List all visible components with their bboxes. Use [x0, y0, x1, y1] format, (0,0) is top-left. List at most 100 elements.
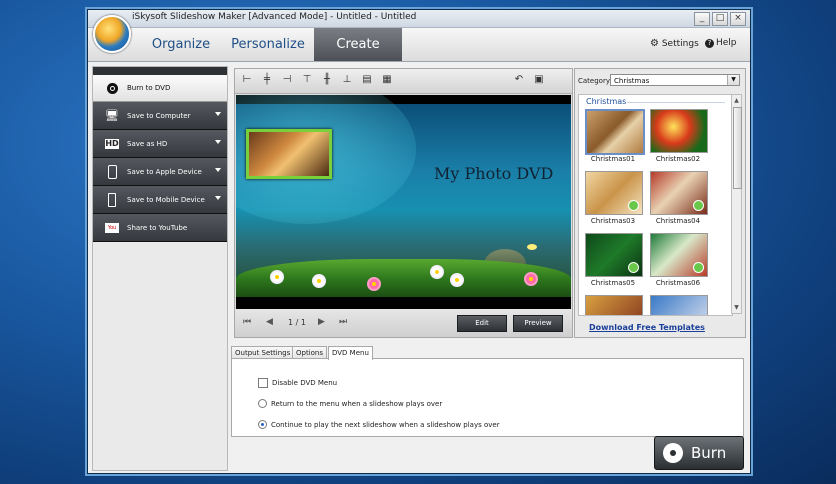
settings-button[interactable]: ⚙ Settings: [650, 38, 699, 49]
undo-icon[interactable]: ↶: [513, 74, 525, 86]
preview-button[interactable]: Preview: [513, 315, 563, 332]
tab-organize[interactable]: Organize: [140, 28, 222, 61]
next-page-icon[interactable]: ▶: [318, 317, 325, 327]
grass-decoration: [236, 259, 571, 297]
template-section-heading: Christmas: [586, 97, 627, 106]
sidebar-header: [93, 67, 227, 75]
main-menu-bar: Organize Personalize Create ⚙ Settings ?…: [88, 28, 750, 62]
chevron-down-icon[interactable]: ▼: [727, 75, 739, 85]
template-christmas08[interactable]: [650, 295, 708, 315]
flower-decoration: [272, 272, 282, 282]
download-templates-link[interactable]: Download Free Templates: [589, 323, 705, 332]
maximize-button[interactable]: □: [712, 12, 728, 26]
chevron-down-icon: [215, 140, 221, 144]
category-label: Category: [578, 77, 610, 85]
output-label: Save to Computer: [127, 111, 191, 120]
scroll-thumb[interactable]: [733, 107, 742, 189]
download-icon: [693, 200, 704, 211]
tab-personalize[interactable]: Personalize: [222, 28, 314, 61]
continue-play-option[interactable]: Continue to play the next slideshow when…: [258, 420, 500, 429]
last-page-icon[interactable]: ⏭: [339, 317, 347, 327]
hd-icon: HD: [105, 138, 119, 149]
dvd-menu-background: My Photo DVD: [236, 95, 571, 297]
save-icon[interactable]: ▣: [533, 74, 545, 86]
disable-dvd-menu-checkbox[interactable]: [258, 378, 268, 388]
template-label: Christmas04: [655, 217, 701, 225]
output-save-hd[interactable]: HD Save as HD: [93, 130, 227, 158]
dvd-menu-stage: My Photo DVD: [236, 95, 571, 309]
template-christmas03[interactable]: [585, 171, 643, 215]
align-toolbar: ⊢ ╪ ⊣ ⊤ ╫ ⊥ ▤ ▦ ↶ ▣: [235, 69, 572, 94]
output-youtube[interactable]: You Share to YouTube: [93, 214, 227, 242]
distribute-icon[interactable]: ▤: [361, 74, 373, 86]
template-christmas04[interactable]: [650, 171, 708, 215]
disable-dvd-menu-option[interactable]: Disable DVD Menu: [258, 378, 337, 388]
prev-page-icon[interactable]: ◀: [266, 317, 273, 327]
close-button[interactable]: ×: [730, 12, 746, 26]
output-label: Save as HD: [127, 139, 168, 148]
photo-thumbnail-frame[interactable]: [246, 129, 332, 179]
layout-icon[interactable]: ▦: [381, 74, 393, 86]
align-left-icon[interactable]: ⊢: [241, 74, 253, 86]
tab-dvd-menu[interactable]: DVD Menu: [328, 346, 373, 360]
align-bottom-icon[interactable]: ⊥: [341, 74, 353, 86]
window-title: iSkysoft Slideshow Maker [Advanced Mode]…: [132, 12, 417, 22]
template-christmas07[interactable]: [585, 295, 643, 315]
template-label: Christmas03: [590, 217, 636, 225]
scroll-down-icon[interactable]: ▼: [733, 303, 740, 312]
help-icon: ?: [705, 39, 714, 48]
template-grid: Christmas Christmas01 Christmas02 Christ…: [578, 94, 733, 316]
minimize-button[interactable]: _: [694, 12, 710, 26]
align-middle-icon[interactable]: ╫: [321, 74, 333, 86]
dvd-disc-icon: [103, 81, 121, 95]
template-label: Christmas01: [590, 155, 636, 163]
align-top-icon[interactable]: ⊤: [301, 74, 313, 86]
output-apple-device[interactable]: Save to Apple Device: [93, 158, 227, 186]
return-menu-option[interactable]: Return to the menu when a slideshow play…: [258, 399, 442, 408]
dvd-title-text[interactable]: My Photo DVD: [434, 164, 553, 183]
template-christmas02[interactable]: [650, 109, 708, 153]
output-label: Burn to DVD: [127, 84, 171, 92]
template-christmas01[interactable]: [585, 109, 645, 155]
template-label: Christmas05: [590, 279, 636, 287]
align-right-icon[interactable]: ⊣: [281, 74, 293, 86]
flower-decoration: [452, 275, 462, 285]
burn-button[interactable]: Burn: [654, 436, 744, 470]
flower-decoration: [314, 276, 324, 286]
butterfly-decoration: [527, 244, 537, 250]
edit-button[interactable]: Edit: [457, 315, 507, 332]
output-save-computer[interactable]: 🖥 Save to Computer: [93, 102, 227, 130]
output-label: Save to Mobile Device: [127, 195, 205, 204]
template-scrollbar[interactable]: ▲ ▼: [731, 94, 742, 314]
download-icon: [693, 262, 704, 273]
computer-icon: 🖥: [105, 109, 119, 122]
preview-panel: ⊢ ╪ ⊣ ⊤ ╫ ⊥ ▤ ▦ ↶ ▣ My Photo DVD ⏮ ◀ 1 /…: [234, 68, 573, 338]
apple-device-icon: [103, 164, 121, 179]
category-select[interactable]: Christmas ▼: [610, 74, 740, 86]
template-label: Christmas02: [655, 155, 701, 163]
download-icon: [628, 262, 639, 273]
tab-create[interactable]: Create: [314, 28, 402, 61]
flower-decoration: [432, 267, 442, 277]
flower-decoration: [526, 274, 536, 284]
template-label: Christmas06: [655, 279, 701, 287]
title-bar: iSkysoft Slideshow Maker [Advanced Mode]…: [88, 10, 750, 28]
dvd-menu-settings: Disable DVD Menu Return to the menu when…: [231, 358, 744, 437]
continue-play-radio[interactable]: [258, 420, 267, 429]
align-center-h-icon[interactable]: ╪: [261, 74, 273, 86]
return-menu-label: Return to the menu when a slideshow play…: [271, 399, 443, 408]
scroll-up-icon[interactable]: ▲: [733, 96, 740, 105]
first-page-icon[interactable]: ⏮: [243, 317, 251, 327]
template-christmas05[interactable]: [585, 233, 643, 277]
output-burn-dvd[interactable]: Burn to DVD: [93, 75, 227, 102]
help-label: Help: [716, 38, 737, 48]
help-button[interactable]: ? Help: [705, 38, 737, 48]
disable-dvd-menu-label: Disable DVD Menu: [272, 379, 338, 387]
download-icon: [628, 200, 639, 211]
return-menu-radio[interactable]: [258, 399, 267, 408]
burn-label: Burn: [691, 444, 727, 462]
template-christmas06[interactable]: [650, 233, 708, 277]
output-mobile-device[interactable]: Save to Mobile Device: [93, 186, 227, 214]
output-sidebar: Burn to DVD 🖥 Save to Computer HD Save a…: [92, 66, 228, 471]
gear-icon: ⚙: [650, 38, 659, 49]
